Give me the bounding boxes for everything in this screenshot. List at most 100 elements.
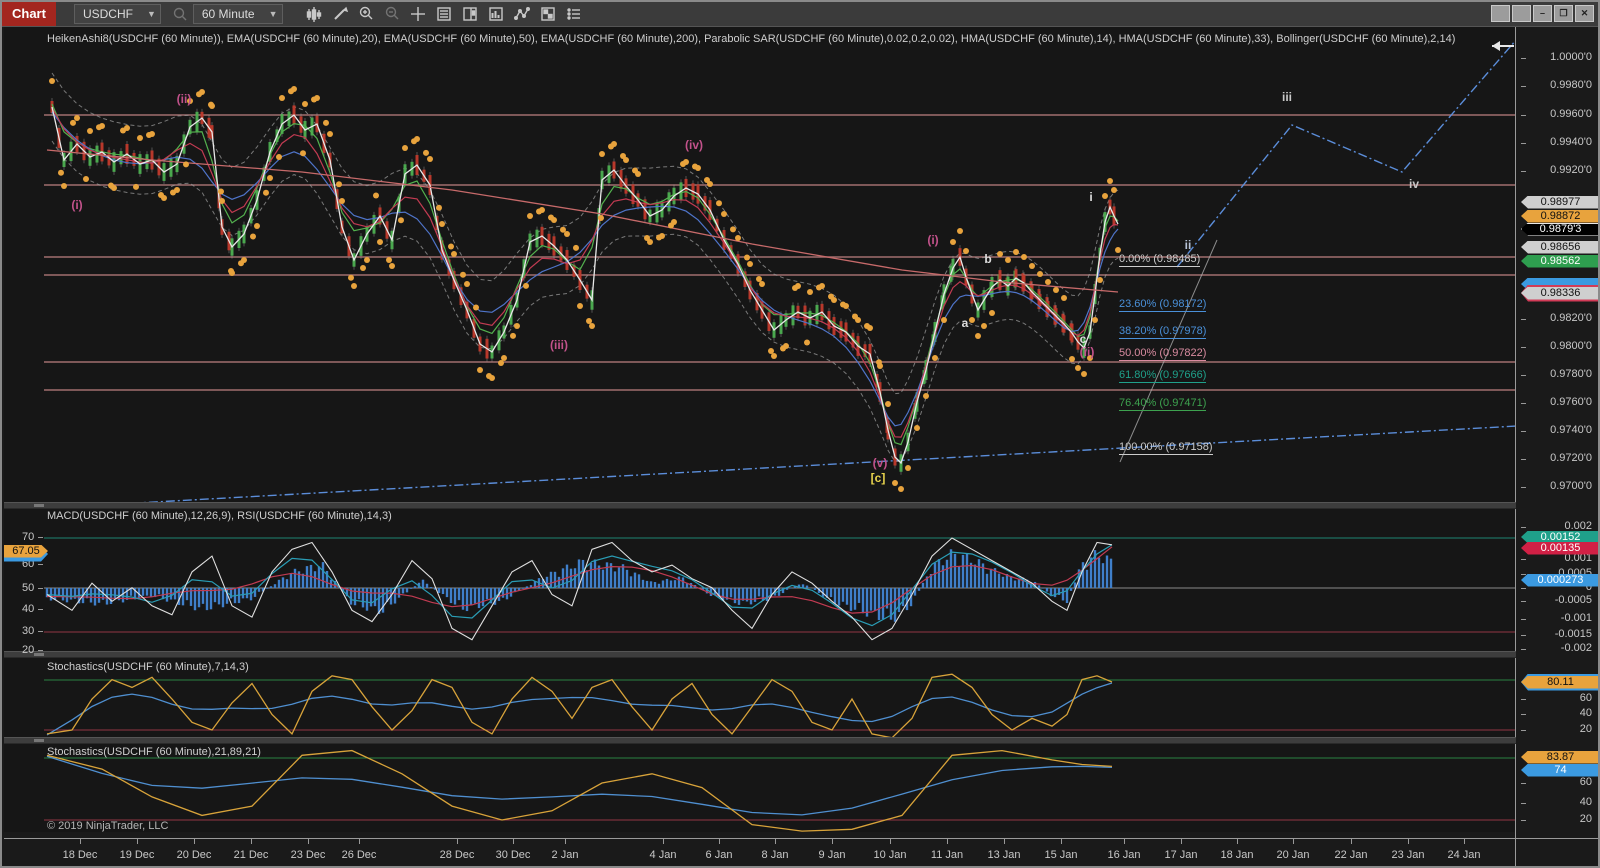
zoom-in-icon[interactable] (355, 5, 377, 23)
date-axis-tick-mark (719, 839, 720, 844)
wave-label: (ii) (1080, 345, 1095, 359)
price-tag: 0.98562 (1521, 255, 1600, 268)
chevron-down-icon: ▼ (147, 5, 156, 23)
macd-axis-tick-label: 0.002 (1564, 520, 1592, 532)
rsi-axis-tick-label: 40 (22, 603, 34, 615)
window-button-b[interactable] (1512, 5, 1531, 22)
stoch-fast-value-tag: 80.11 (1521, 676, 1600, 689)
date-axis-tick-label: 18 Dec (63, 849, 98, 861)
price-axis-tick-mark (1521, 115, 1526, 116)
macd-axis-tick-mark (1521, 649, 1526, 650)
stoch-fast-axis-tick-label: 20 (1580, 723, 1592, 735)
interval-selector[interactable]: 60 Minute ▼ (193, 4, 283, 24)
price-axis-tick-label: 0.9760'0 (1550, 396, 1592, 408)
price-axis-tick-mark (1521, 347, 1526, 348)
price-axis-tick-label: 0.9920'0 (1550, 164, 1592, 176)
date-axis-tick-label: 26 Dec (342, 849, 377, 861)
fib-level-label: 100.00% (0.97158) (1119, 441, 1213, 455)
window-controls: –❐✕ (1491, 5, 1594, 22)
date-axis-tick-label: 24 Jan (1447, 849, 1480, 861)
price-axis-tick-label: 0.9960'0 (1550, 108, 1592, 120)
chart-window: Chart USDCHF ▼ 60 Minute ▼ –❐✕ HeikenAsh… (0, 0, 1600, 868)
price-axis-tick-mark (1521, 403, 1526, 404)
data-series-icon[interactable] (433, 5, 455, 23)
date-axis-tick-mark (308, 839, 309, 844)
price-axis-tick-label: 0.9940'0 (1550, 136, 1592, 148)
chart-style-icon[interactable] (303, 5, 325, 23)
rsi-axis-tick-label: 50 (22, 582, 34, 594)
price-axis-tick-mark (1521, 58, 1526, 59)
date-axis-tick-label: 30 Dec (496, 849, 531, 861)
date-axis-tick-mark (1181, 839, 1182, 844)
date-axis-tick-mark (194, 839, 195, 844)
wave-label: c (1080, 332, 1087, 346)
date-axis-tick-mark (1124, 839, 1125, 844)
interval-value: 60 Minute (202, 5, 255, 23)
rsi-axis-tick-label: 30 (22, 625, 34, 637)
date-axis-tick-mark (1351, 839, 1352, 844)
stoch-slow-axis-tick-label: 20 (1580, 813, 1592, 825)
restore-button[interactable]: ❐ (1554, 5, 1573, 22)
date-axis-tick-label: 2 Jan (552, 849, 579, 861)
date-axis-tick-label: 6 Jan (706, 849, 733, 861)
price-axis-tick-label: 0.9820'0 (1550, 312, 1592, 324)
panel-splitter-1[interactable] (4, 502, 1516, 509)
panel-splitter-2[interactable] (4, 651, 1516, 658)
minimize-button[interactable]: – (1533, 5, 1552, 22)
date-axis-tick-mark (359, 839, 360, 844)
date-axis-tick-mark (1061, 839, 1062, 844)
date-axis-tick-mark (1408, 839, 1409, 844)
macd-axis-tick-mark (1521, 588, 1526, 589)
date-axis-tick-label: 9 Jan (819, 849, 846, 861)
panel-splitter-3[interactable] (4, 737, 1516, 744)
instrument-search-icon[interactable] (169, 5, 191, 23)
macd-axis-tick-label: -0.0005 (1555, 594, 1592, 606)
date-axis-tick-label: 23 Jan (1391, 849, 1424, 861)
wave-label: iv (1409, 177, 1419, 191)
date-axis-tick-mark (1464, 839, 1465, 844)
price-axis-tick-label: 0.9980'0 (1550, 79, 1592, 91)
wave-label: b (984, 252, 991, 266)
macd-axis-tick-label: -0.0015 (1555, 628, 1592, 640)
instrument-selector[interactable]: USDCHF ▼ (74, 4, 161, 24)
stoch1-panel-indicator-label: Stochastics(USDCHF (60 Minute),7,14,3) (47, 661, 249, 673)
strategies-icon[interactable] (537, 5, 559, 23)
date-axis-tick-label: 16 Jan (1107, 849, 1140, 861)
macd-axis-tick-mark (1521, 574, 1526, 575)
indicators-icon[interactable] (485, 5, 507, 23)
stoch-slow-axis-tick-label: 40 (1580, 796, 1592, 808)
drawing-tools-icon[interactable] (511, 5, 533, 23)
zoom-out-icon[interactable] (381, 5, 403, 23)
date-axis-tick-mark (80, 839, 81, 844)
date-axis-tick-label: 11 Jan (931, 849, 963, 861)
stoch-slow-value-tag: 74 (1521, 764, 1600, 777)
macd-panel-indicator-label: MACD(USDCHF (60 Minute),12,26,9), RSI(US… (47, 510, 392, 522)
macd-axis-tick-mark (1521, 635, 1526, 636)
chart-trader-icon[interactable] (459, 5, 481, 23)
crosshair-icon[interactable] (407, 5, 429, 23)
chart-tab[interactable]: Chart (2, 2, 56, 26)
properties-icon[interactable] (563, 5, 585, 23)
rsi-axis-tick-mark (38, 564, 43, 565)
price-axis-tick-mark (1521, 86, 1526, 87)
fib-level-label: 50.00% (0.97822) (1119, 347, 1206, 361)
macd-axis-tick-label: -0.001 (1561, 612, 1592, 624)
wave-label: (ii) (177, 92, 192, 106)
price-axis-tick-mark (1521, 143, 1526, 144)
date-axis-tick-mark (832, 839, 833, 844)
rsi-axis-tick-mark (38, 609, 43, 610)
price-axis[interactable] (1515, 27, 1598, 866)
macd-axis-tick-mark (1521, 601, 1526, 602)
draw-icon[interactable] (329, 5, 351, 23)
date-axis-tick-mark (663, 839, 664, 844)
rsi-axis-tick-mark (38, 588, 43, 589)
stoch-fast-axis-tick-mark (1521, 699, 1526, 700)
fib-level-label: 38.20% (0.97978) (1119, 325, 1206, 339)
copyright-text: © 2019 NinjaTrader, LLC (47, 820, 168, 832)
close-button[interactable]: ✕ (1575, 5, 1594, 22)
window-button-a[interactable] (1491, 5, 1510, 22)
fib-level-label: 61.80% (0.97666) (1119, 369, 1206, 383)
date-axis-tick-label: 20 Dec (177, 849, 212, 861)
wave-label: (i) (927, 233, 938, 247)
macd-axis-tick-mark (1521, 559, 1526, 560)
